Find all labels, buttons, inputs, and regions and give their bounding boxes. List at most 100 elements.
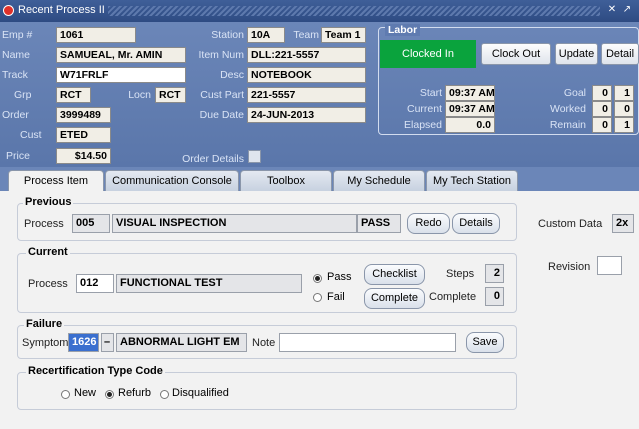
details-button[interactable]: Details: [452, 213, 500, 234]
name-label: Name: [2, 49, 31, 61]
worked-value-a: 0: [592, 101, 612, 117]
revision-field[interactable]: [597, 256, 622, 275]
due-date-label: Due Date: [199, 109, 244, 121]
tab-my-schedule[interactable]: My Schedule: [333, 170, 425, 191]
revision-label: Revision: [548, 261, 591, 273]
steps-value: 2: [485, 264, 504, 283]
complete-button[interactable]: Complete: [364, 288, 425, 309]
maximize-icon[interactable]: ↗: [621, 4, 633, 16]
track-field[interactable]: W71FRLF: [56, 67, 186, 83]
recert-refurb-radio[interactable]: [105, 390, 114, 399]
team-label: Team: [293, 29, 319, 41]
fail-label: Fail: [327, 291, 345, 303]
item-num-field[interactable]: DLL:221-5557: [247, 47, 366, 63]
note-label: Note: [252, 337, 276, 349]
name-field[interactable]: SAMUEAL, Mr. AMIN: [56, 47, 186, 63]
current-time: 09:37 AM: [445, 101, 495, 117]
current-process-name: FUNCTIONAL TEST: [116, 274, 302, 293]
update-button[interactable]: Update: [555, 43, 598, 65]
symptom-separator: –: [101, 333, 114, 352]
clocked-in-status[interactable]: Clocked In: [380, 40, 476, 68]
elapsed-label: Elapsed: [404, 119, 442, 131]
complete-count-value: 0: [485, 287, 504, 306]
order-field[interactable]: 3999489: [56, 107, 111, 123]
cust-part-label: Cust Part: [200, 89, 244, 101]
symptom-label: Symptom: [22, 337, 69, 349]
worked-label: Worked: [550, 103, 586, 115]
previous-process-name: VISUAL INSPECTION: [112, 214, 357, 233]
emp-label: Emp #: [2, 29, 33, 41]
current-process-code[interactable]: 012: [76, 274, 114, 293]
detail-button[interactable]: Detail: [601, 43, 639, 65]
steps-label: Steps: [446, 268, 475, 280]
recert-disqualified-label: Disqualified: [172, 387, 229, 399]
minimize-icon[interactable]: ✕: [606, 4, 618, 16]
app-icon: [3, 5, 14, 16]
recert-refurb-label: Refurb: [118, 387, 152, 399]
locn-field[interactable]: RCT: [155, 87, 186, 103]
symptom-description: ABNORMAL LIGHT EM: [116, 333, 247, 352]
redo-button[interactable]: Redo: [407, 213, 450, 234]
pass-label: Pass: [327, 271, 352, 283]
custom-data-label: Custom Data: [538, 218, 603, 230]
tab-communication-console[interactable]: Communication Console: [105, 170, 239, 191]
remain-value-a: 0: [592, 117, 612, 133]
price-label: Price: [6, 150, 30, 162]
current-title: Current: [26, 246, 70, 258]
tab-process-item[interactable]: Process Item: [8, 170, 104, 192]
recert-title: Recertification Type Code: [26, 365, 165, 377]
item-num-label: Item Num: [198, 49, 244, 61]
recert-new-label: New: [74, 387, 97, 399]
cust-label: Cust: [20, 129, 42, 141]
cust-field[interactable]: ETED: [56, 127, 111, 143]
window-title: Recent Process II: [18, 4, 105, 16]
start-label: Start: [419, 87, 442, 99]
station-field[interactable]: 10A: [247, 27, 285, 43]
fail-radio[interactable]: [313, 293, 322, 302]
team-field[interactable]: Team 1: [321, 27, 366, 43]
locn-label: Locn: [128, 89, 151, 101]
save-button[interactable]: Save: [466, 332, 504, 353]
recert-new-radio[interactable]: [61, 390, 70, 399]
checklist-button[interactable]: Checklist: [364, 264, 425, 285]
symptom-code-field[interactable]: 1626: [68, 333, 99, 352]
pass-radio[interactable]: [313, 274, 322, 283]
previous-result: PASS: [357, 214, 401, 233]
grp-field[interactable]: RCT: [56, 87, 91, 103]
previous-process-code: 005: [72, 214, 110, 233]
previous-process-label: Process: [24, 218, 64, 230]
remain-label: Remain: [549, 119, 586, 131]
title-bar[interactable]: Recent Process II ✕ ↗: [0, 0, 639, 22]
current-process-label: Process: [28, 278, 68, 290]
cust-part-field[interactable]: 221-5557: [247, 87, 366, 103]
start-time: 09:37 AM: [445, 85, 495, 101]
worked-value-b: 0: [614, 101, 634, 117]
order-details-checkbox[interactable]: [248, 150, 261, 163]
labor-title: Labor: [385, 24, 421, 36]
title-bar-grip: [108, 6, 600, 16]
tab-toolbox[interactable]: Toolbox: [240, 170, 332, 191]
recert-disqualified-radio[interactable]: [160, 390, 169, 399]
current-label: Current: [406, 103, 442, 115]
order-details-label: Order Details: [182, 153, 244, 165]
previous-title: Previous: [23, 196, 74, 208]
emp-field[interactable]: 1061: [56, 27, 136, 43]
due-date-field[interactable]: 24-JUN-2013: [247, 107, 366, 123]
grp-label: Grp: [14, 89, 32, 101]
failure-title: Failure: [24, 318, 65, 330]
note-field[interactable]: [279, 333, 456, 352]
clock-out-button[interactable]: Clock Out: [481, 43, 551, 65]
station-label: Station: [211, 29, 244, 41]
remain-value-b: 1: [614, 117, 634, 133]
desc-field[interactable]: NOTEBOOK: [247, 67, 366, 83]
goal-label: Goal: [563, 87, 586, 99]
elapsed-value: 0.0: [445, 117, 495, 133]
track-label: Track: [2, 69, 28, 81]
order-label: Order: [2, 109, 29, 121]
tab-my-tech-station[interactable]: My Tech Station: [426, 170, 518, 191]
desc-label: Desc: [220, 69, 244, 81]
custom-data-field[interactable]: 2x: [612, 214, 634, 233]
price-field[interactable]: $14.50: [56, 148, 111, 164]
goal-value-b: 1: [614, 85, 634, 101]
goal-value-a: 0: [592, 85, 612, 101]
